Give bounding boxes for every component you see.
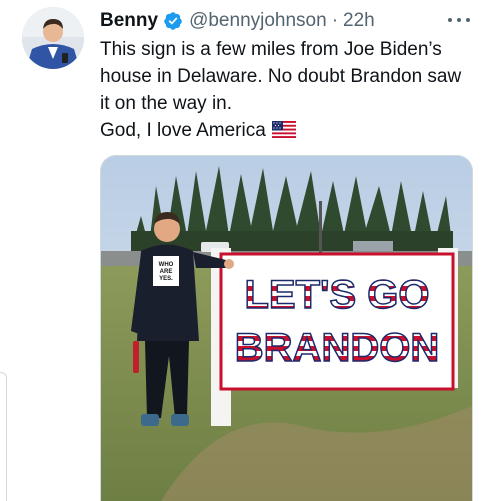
sign-line-1: LET'S GO xyxy=(244,273,429,317)
avatar-photo xyxy=(22,7,84,69)
tweet-photo[interactable]: LET'S GO BRANDON WHO ARE YES. xyxy=(100,155,473,501)
author-handle[interactable]: @bennyjohnson xyxy=(189,10,327,32)
shirt-text-2: ARE xyxy=(160,269,173,275)
side-panel-edge xyxy=(0,372,7,501)
tweet-text-line-last: God, I love America xyxy=(100,117,470,146)
shirt-text-1: WHO xyxy=(159,262,174,268)
verified-badge-icon xyxy=(163,11,183,31)
tweet-text-line: This sign is a few miles from Joe Biden’… xyxy=(100,39,442,60)
tweet-text-line: it on the way in. xyxy=(100,93,233,114)
tweet-text-line: house in Delaware. No doubt Brandon saw xyxy=(100,66,462,87)
tweet-header: Benny @bennyjohnson · 22h xyxy=(100,8,375,34)
tweet-card[interactable]: Benny @bennyjohnson · 22h This sign is a… xyxy=(0,0,484,501)
tweet-text-line: God, I love America xyxy=(100,120,266,141)
header-separator: · xyxy=(331,10,339,31)
author-name[interactable]: Benny xyxy=(100,10,158,32)
photo-scene: LET'S GO BRANDON WHO ARE YES. xyxy=(101,156,472,501)
more-options-icon[interactable] xyxy=(448,10,470,30)
tweet-timestamp[interactable]: 22h xyxy=(343,10,375,32)
us-flag-icon xyxy=(271,119,296,146)
sign-line-2: BRANDON xyxy=(235,326,439,370)
author-avatar[interactable] xyxy=(22,7,84,69)
shirt-text-3: YES. xyxy=(159,276,173,282)
tweet-text: This sign is a few miles from Joe Biden’… xyxy=(100,36,470,146)
